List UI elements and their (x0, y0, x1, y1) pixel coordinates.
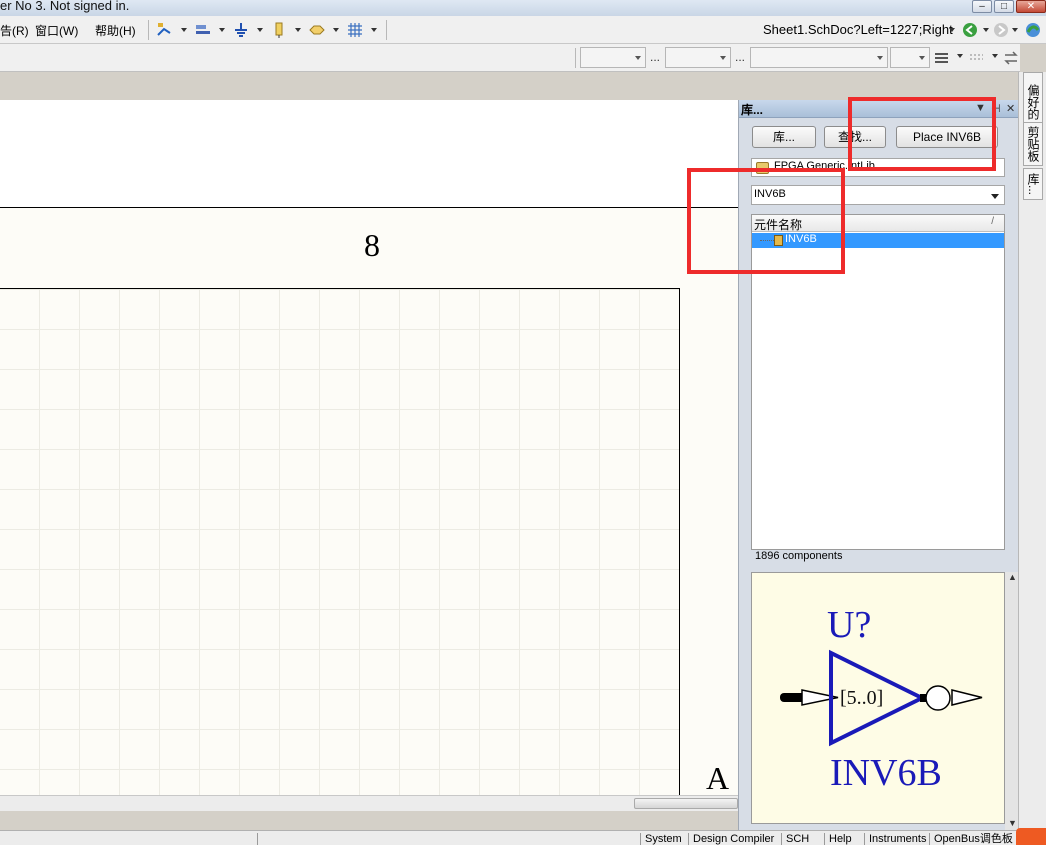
sort-indicator: / (991, 216, 994, 227)
library-panel-title: 库... (741, 103, 764, 117)
preview-pin-label: [5..0] (840, 687, 883, 709)
component-count: 1896 components (755, 550, 843, 562)
libraries-button[interactable]: 库... (752, 126, 816, 148)
port-tool-icon[interactable] (308, 21, 326, 39)
inverter-symbol-icon: U? [5..0] INV6B (780, 604, 983, 794)
wire-tool-icon[interactable] (156, 21, 174, 39)
chevron-down-icon[interactable] (333, 28, 339, 32)
ime-indicator-icon[interactable] (1016, 828, 1046, 845)
sheet-header-area (0, 100, 738, 208)
back-icon[interactable] (961, 21, 979, 39)
sheet-zone-letter: A (706, 760, 730, 795)
close-icon[interactable]: ✕ (1006, 102, 1015, 115)
chevron-down-icon[interactable] (983, 28, 989, 32)
preview-designator: U? (827, 604, 871, 646)
window-title: er No 3. Not signed in. (0, 0, 130, 13)
chevron-down-icon[interactable] (219, 28, 225, 32)
part-tool-icon[interactable] (270, 21, 288, 39)
chevron-down-icon[interactable] (371, 28, 377, 32)
maximize-icon[interactable]: □ (994, 0, 1014, 13)
menu-item-help[interactable]: 帮助(H) (95, 22, 136, 39)
close-icon[interactable]: ✕ (1016, 0, 1046, 13)
status-tab-help[interactable]: Help (824, 833, 856, 845)
width-combo[interactable] (890, 47, 930, 68)
ground-power-icon[interactable] (232, 21, 250, 39)
schematic-canvas[interactable]: 8 A (0, 100, 738, 795)
home-icon[interactable] (1024, 21, 1042, 39)
status-tab-openbus[interactable]: OpenBus调色板 (929, 833, 1017, 845)
status-bar: System Design Compiler SCH Help Instrume… (0, 830, 1046, 845)
toolbar-separator (575, 48, 576, 68)
formatting-toolbar: ... ... (0, 44, 1020, 72)
preview-scrollbar[interactable]: ▲ ▼ (1005, 572, 1019, 830)
chevron-down-icon[interactable]: ▼ (1008, 818, 1017, 828)
document-path-field[interactable]: Sheet1.SchDoc?Left=1227;Right (763, 22, 953, 37)
preview-part-name: INV6B (830, 752, 942, 794)
chevron-down-icon[interactable] (992, 54, 998, 58)
font-combo[interactable] (580, 47, 646, 68)
sheet-zone-number: 8 (364, 227, 380, 263)
toolbar-separator (386, 20, 387, 40)
highlight-box-component-list (687, 168, 845, 274)
window-title-bar: er No 3. Not signed in. – □ ✕ (0, 0, 1046, 16)
tab-clipboard[interactable]: 剪贴板 (1023, 122, 1043, 166)
chevron-down-icon[interactable] (181, 28, 187, 32)
ellipsis-icon[interactable]: ... (650, 50, 660, 64)
chevron-down-icon[interactable] (257, 28, 263, 32)
chevron-up-icon[interactable]: ▲ (1008, 572, 1017, 582)
grid-icon[interactable] (346, 21, 364, 39)
status-separator (257, 833, 258, 845)
chevron-down-icon[interactable] (957, 54, 963, 58)
side-panel-tabs: 偏好的 剪贴板 库... (1018, 72, 1046, 830)
sheet-border-frame (0, 288, 680, 795)
swap-icon[interactable] (1002, 49, 1020, 67)
forward-icon[interactable] (992, 21, 1010, 39)
menu-bar: 告(R) 窗口(W) 帮助(H) Sheet1.SchDoc?Left=1227… (0, 16, 1046, 44)
chevron-down-icon[interactable] (1012, 28, 1018, 32)
status-tab-sch[interactable]: SCH (781, 833, 813, 845)
style-combo[interactable] (750, 47, 888, 68)
component-preview: U? [5..0] INV6B (751, 572, 1005, 824)
toolbar-separator (148, 20, 149, 40)
horizontal-scrollbar[interactable] (0, 795, 738, 811)
status-tab-design-compiler[interactable]: Design Compiler (688, 833, 778, 845)
bus-tool-icon[interactable] (194, 21, 212, 39)
highlight-box-place-button (848, 97, 996, 171)
status-tab-system[interactable]: System (640, 833, 686, 845)
line-weight-icon[interactable] (968, 49, 986, 67)
menu-item-reports[interactable]: 告(R) (0, 22, 29, 39)
ellipsis-icon[interactable]: ... (735, 50, 745, 64)
chevron-down-icon[interactable] (949, 28, 955, 32)
menu-item-window[interactable]: 窗口(W) (35, 22, 78, 39)
line-style-icon[interactable] (933, 49, 951, 67)
chevron-down-icon[interactable] (295, 28, 301, 32)
status-tab-instruments[interactable]: Instruments (864, 833, 930, 845)
size-combo[interactable] (665, 47, 731, 68)
tab-libraries[interactable]: 库... (1023, 168, 1043, 200)
scrollbar-thumb[interactable] (634, 798, 738, 809)
chevron-down-icon[interactable] (991, 194, 999, 199)
minimize-icon[interactable]: – (972, 0, 992, 13)
